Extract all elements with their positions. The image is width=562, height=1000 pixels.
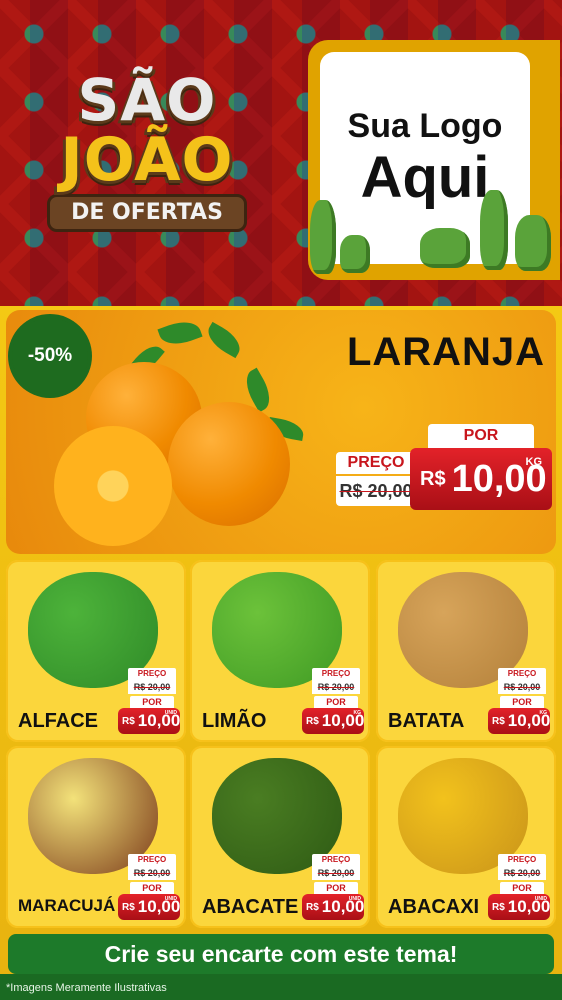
title-line-de-ofertas: DE OFERTAS [47,194,247,232]
price-tag[interactable]: R$ 10,00 UNID [118,708,180,734]
orange-fruit-icon [168,402,290,526]
product-name: ABACATE [202,896,299,918]
price-unit: UNID [164,896,177,902]
price-tag[interactable]: R$ 10,00 UNID [488,894,550,920]
price-unit: KG [539,710,548,716]
preco-label: PREÇO [128,854,176,866]
price-unit: UNID [534,896,547,902]
featured-old-price: R$ 20,00 [336,476,416,506]
cactus-decoration-icon [480,190,508,270]
sao-joao-title: SÃO JOÃO DE OFERTAS [22,70,272,250]
preco-label: PREÇO [498,668,546,680]
por-label: POR [500,882,544,894]
price-currency: R$ [492,715,505,727]
price-unit: UNID [348,896,361,902]
price-currency: R$ [306,715,319,727]
featured-por-label: POR [428,424,534,448]
featured-preco-label: PREÇO [336,452,416,474]
old-price: R$ 20,00 [498,680,546,694]
old-price: R$ 20,00 [128,866,176,880]
disclaimer-text: *Imagens Meramente Ilustrativas [6,982,167,994]
cactus-decoration-icon [340,235,370,273]
preco-label: PREÇO [312,668,360,680]
cactus-decoration-icon [310,200,336,274]
por-label: POR [130,696,174,708]
orange-half-icon [54,426,172,546]
price-currency: R$ [122,715,135,727]
product-name: LIMÃO [202,710,267,732]
product-name: BATATA [388,710,465,732]
por-label: POR [500,696,544,708]
preco-label: PREÇO [498,854,546,866]
discount-badge: -50% [12,318,88,394]
preco-label: PREÇO [128,668,176,680]
title-line-joao: JOÃO [60,125,234,195]
price-tag[interactable]: R$ 10,00 UNID [302,894,364,920]
featured-product-name: LARANJA [346,330,546,374]
featured-price-unit: KG [525,456,543,468]
price-unit: UNID [164,710,177,716]
price-tag[interactable]: R$ 10,00 KG [488,708,550,734]
old-price: R$ 20,00 [128,680,176,694]
title-line-sao: SÃO [77,66,217,134]
preco-label: PREÇO [312,854,360,866]
old-price: R$ 20,00 [312,866,360,880]
product-name: MARACUJÁ [18,896,116,915]
por-label: POR [130,882,174,894]
product-name: ALFACE [18,710,98,732]
price-currency: R$ [306,901,319,913]
logo-text-line2: Aqui [360,145,490,210]
cactus-decoration-icon [420,228,470,268]
old-price: R$ 20,00 [312,680,360,694]
cta-banner[interactable]: Crie seu encarte com este tema! [8,934,554,974]
price-currency: R$ [492,901,505,913]
featured-price-tag[interactable]: R$ 10,00 KG [410,448,552,510]
old-price: R$ 20,00 [498,866,546,880]
price-unit: KG [353,710,362,716]
product-name: ABACAXI [388,896,480,918]
price-tag[interactable]: R$ 10,00 KG [302,708,364,734]
price-currency: R$ [122,901,135,913]
cactus-decoration-icon [515,215,551,271]
logo-text-line1: Sua Logo [347,107,503,145]
price-tag[interactable]: R$ 10,00 UNID [118,894,180,920]
featured-price-currency: R$ [420,467,446,490]
por-label: POR [314,696,358,708]
por-label: POR [314,882,358,894]
